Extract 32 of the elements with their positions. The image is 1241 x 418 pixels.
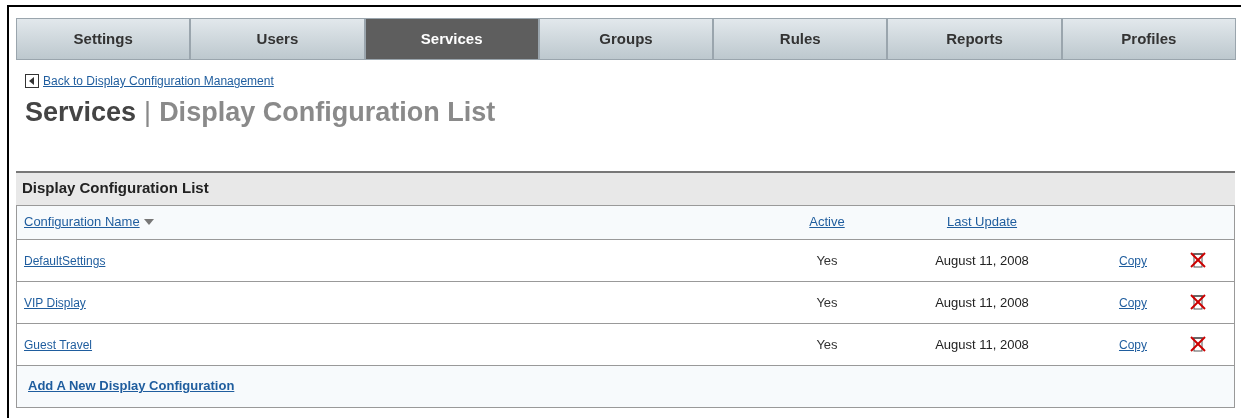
column-header[interactable]: Configuration Name bbox=[24, 212, 154, 232]
add-configuration-link[interactable]: Add A New Display Configuration bbox=[28, 376, 235, 396]
nav-tab[interactable]: Services bbox=[364, 18, 539, 60]
date-cell: August 11, 2008 bbox=[935, 295, 1029, 310]
delete-icon[interactable] bbox=[1189, 293, 1207, 311]
copy-link[interactable]: Copy bbox=[1119, 338, 1147, 352]
active-cell: Yes bbox=[816, 253, 838, 268]
nav-tab[interactable]: Reports bbox=[887, 18, 1062, 60]
title-separator: | bbox=[144, 96, 152, 129]
configuration-link[interactable]: VIP Display bbox=[24, 296, 86, 310]
back-link[interactable]: Back to Display Configuration Management bbox=[43, 72, 274, 90]
configuration-link[interactable]: Guest Travel bbox=[24, 338, 93, 352]
configuration-link[interactable]: DefaultSettings bbox=[24, 254, 106, 268]
section-title: Services bbox=[25, 96, 137, 129]
nav-tab[interactable]: Rules bbox=[713, 18, 888, 60]
delete-icon[interactable] bbox=[1189, 335, 1207, 353]
nav-tab[interactable]: Profiles bbox=[1061, 18, 1236, 60]
copy-link[interactable]: Copy bbox=[1119, 254, 1147, 268]
page-title: Display Configuration List bbox=[159, 96, 496, 129]
column-header[interactable]: Last Update bbox=[946, 212, 1018, 232]
panel-header: Display Configuration List bbox=[16, 172, 1235, 205]
active-cell: Yes bbox=[816, 295, 838, 310]
delete-icon[interactable] bbox=[1189, 251, 1207, 269]
nav-tab[interactable]: Settings bbox=[16, 18, 191, 60]
date-cell: August 11, 2008 bbox=[935, 337, 1029, 352]
nav-tab[interactable]: Groups bbox=[538, 18, 714, 60]
copy-link[interactable]: Copy bbox=[1119, 296, 1147, 310]
sort-caret-icon bbox=[143, 219, 154, 225]
column-header[interactable]: Active bbox=[809, 212, 845, 232]
date-cell: August 11, 2008 bbox=[935, 253, 1029, 268]
active-cell: Yes bbox=[816, 337, 838, 352]
nav-tab[interactable]: Users bbox=[190, 18, 365, 60]
